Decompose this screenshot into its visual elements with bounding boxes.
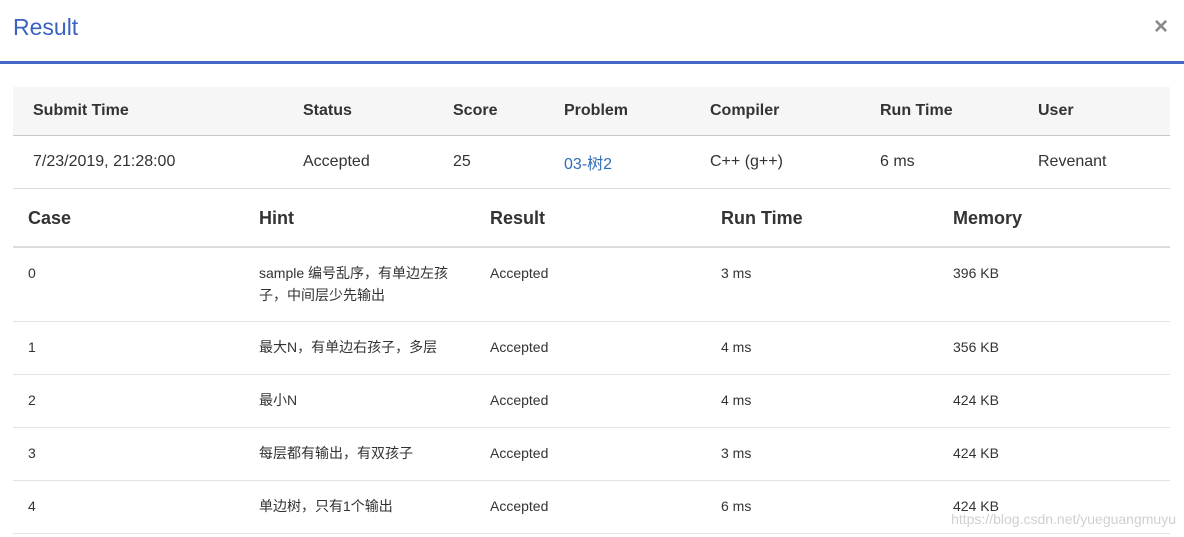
header-run-time: Run Time [880, 87, 1038, 136]
table-row: 3 每层都有输出，有双孩子 Accepted 3 ms 424 KB [13, 427, 1170, 481]
header-memory: Memory [953, 190, 1170, 248]
header-problem: Problem [564, 87, 710, 136]
close-icon[interactable]: × [1154, 14, 1168, 40]
header-run-time: Run Time [721, 190, 953, 248]
header-score: Score [453, 87, 564, 136]
dialog-header: Result × [0, 0, 1184, 64]
submission-user: Revenant [1038, 135, 1170, 189]
case-hint: 单边树，只有1个输出 [259, 480, 490, 534]
case-result: Accepted [490, 374, 721, 428]
header-submit-time: Submit Time [13, 87, 303, 136]
watermark: https://blog.csdn.net/yueguangmuyu [951, 511, 1176, 527]
submission-table: Submit Time Status Score Problem Compile… [13, 87, 1170, 189]
case-run-time: 3 ms [721, 247, 953, 322]
case-table: Case Hint Result Run Time Memory 0 sampl… [13, 190, 1170, 534]
submission-score: 25 [453, 135, 564, 189]
header-status: Status [303, 87, 453, 136]
case-number: 4 [13, 480, 259, 534]
table-row: 0 sample 编号乱序，有单边左孩子，中间层少先输出 Accepted 3 … [13, 247, 1170, 322]
case-number: 1 [13, 321, 259, 375]
header-case: Case [13, 190, 259, 248]
header-hint: Hint [259, 190, 490, 248]
case-hint: 最大N，有单边右孩子，多层 [259, 321, 490, 375]
header-compiler: Compiler [710, 87, 880, 136]
case-hint: 最小N [259, 374, 490, 428]
submission-status: Accepted [303, 135, 453, 189]
case-memory: 356 KB [953, 321, 1170, 375]
submission-header-row: Submit Time Status Score Problem Compile… [13, 87, 1170, 136]
case-number: 3 [13, 427, 259, 481]
case-result: Accepted [490, 247, 721, 322]
problem-link[interactable]: 03-树2 [564, 156, 612, 173]
table-row: 2 最小N Accepted 4 ms 424 KB [13, 374, 1170, 428]
submission-row: 7/23/2019, 21:28:00 Accepted 25 03-树2 C+… [13, 135, 1170, 189]
case-run-time: 4 ms [721, 374, 953, 428]
submit-time: 7/23/2019, 21:28:00 [13, 135, 303, 189]
case-memory: 396 KB [953, 247, 1170, 322]
case-hint: 每层都有输出，有双孩子 [259, 427, 490, 481]
case-run-time: 6 ms [721, 480, 953, 534]
case-memory: 424 KB [953, 427, 1170, 481]
case-result: Accepted [490, 321, 721, 375]
case-number: 2 [13, 374, 259, 428]
header-result: Result [490, 190, 721, 248]
result-dialog: Result × Submit Time Status Score Proble… [0, 0, 1184, 537]
case-run-time: 4 ms [721, 321, 953, 375]
case-result: Accepted [490, 427, 721, 481]
case-run-time: 3 ms [721, 427, 953, 481]
dialog-title: Result [13, 14, 79, 40]
submission-run-time: 6 ms [880, 135, 1038, 189]
submission-compiler: C++ (g++) [710, 135, 880, 189]
case-number: 0 [13, 247, 259, 322]
case-hint: sample 编号乱序，有单边左孩子，中间层少先输出 [259, 265, 449, 303]
table-row: 1 最大N，有单边右孩子，多层 Accepted 4 ms 356 KB [13, 321, 1170, 375]
case-header-row: Case Hint Result Run Time Memory [13, 190, 1170, 248]
header-user: User [1038, 87, 1170, 136]
case-result: Accepted [490, 480, 721, 534]
case-memory: 424 KB [953, 374, 1170, 428]
